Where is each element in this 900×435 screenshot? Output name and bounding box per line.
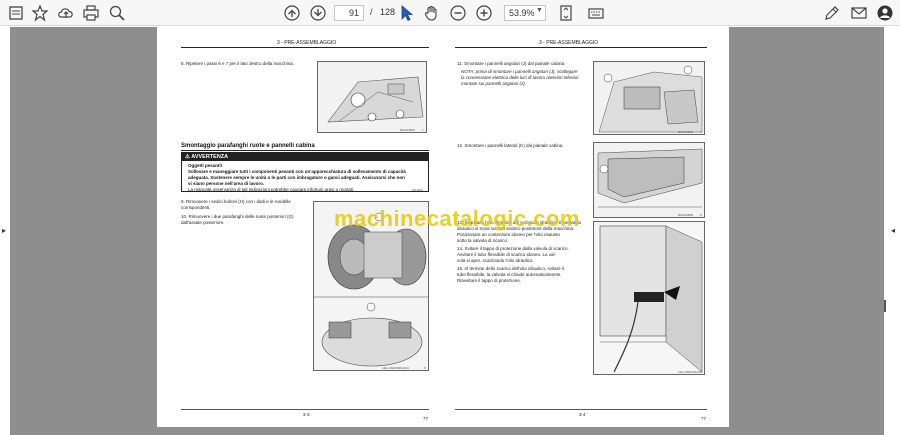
figure-drain-valve: LEIL16WI001A01 9 (593, 221, 705, 375)
email-button[interactable] (849, 3, 869, 23)
warning-title: AVVERTENZA (191, 154, 229, 160)
warning-header: ⚠ AVVERTENZA (182, 153, 428, 161)
figure-code: LEIL14WI004F2A01 (382, 366, 410, 370)
figure-number: 9 (700, 370, 702, 374)
expand-right-panel-icon[interactable]: ◂ (891, 226, 895, 235)
step-14: 14. Svitare il tappo di protezione dalla… (457, 246, 569, 264)
previous-page-button[interactable] (282, 3, 302, 23)
chevron-down-icon[interactable]: ▼ (536, 7, 543, 14)
header-rule (455, 47, 707, 48)
figure-number: 7 (422, 128, 424, 132)
account-icon (877, 5, 893, 21)
watermark: machinecatalogic.com (334, 206, 580, 231)
cloud-upload-icon (58, 8, 73, 18)
step-line: vola si apre, scaricando l'olio idraulic… (457, 258, 534, 263)
sign-icon (825, 6, 839, 20)
figure-number: 8 (700, 213, 702, 217)
page-footer-right: 77 (423, 416, 429, 421)
find-button[interactable] (107, 3, 127, 23)
warning-code: M1404A (412, 188, 424, 192)
figure-corner-panels: BAIL09B01 7 (593, 61, 705, 135)
hand-icon (424, 5, 437, 21)
step-line: corrispondenti. (181, 205, 211, 210)
zoom-out-icon (450, 5, 466, 21)
step-line: dall'assale posteriore. (181, 220, 225, 225)
footer-rule (181, 409, 429, 410)
page-header: 3 - PRE-ASSEMBLAGGIO (277, 40, 337, 46)
step-10: 10. Rimuovere i due parafanghi delle ruo… (181, 214, 294, 226)
star-icon (31, 4, 49, 22)
page-header: 3 - PRE-ASSEMBLAGGIO (539, 40, 599, 46)
print-icon (83, 5, 99, 21)
step-line: sotto la valvola di scarico. (457, 238, 509, 243)
page-up-icon (284, 5, 300, 21)
print-button[interactable] (81, 3, 101, 23)
zoom-out-button[interactable] (448, 3, 468, 23)
page-total: 128 (380, 7, 396, 17)
hand-tool-button[interactable] (422, 3, 442, 23)
fit-page-icon (560, 5, 572, 21)
page-footer-number: 3-3 (303, 412, 310, 417)
warning-box: ⚠ AVVERTENZA Oggetti pesanti! Sollevare … (181, 152, 429, 192)
select-tool-button[interactable] (396, 3, 416, 23)
figure-number: 8 (424, 366, 426, 370)
figure-code: LEIL16WI001A01 (678, 370, 702, 374)
figure-side-panels: BAIL09B02 8 (593, 142, 705, 218)
zoom-in-button[interactable] (474, 3, 494, 23)
upload-button[interactable] (56, 3, 76, 23)
footer-rule (455, 409, 707, 410)
step-line: Riavvitare il tappo di protezione. (457, 278, 522, 283)
bookmark-button[interactable] (30, 3, 50, 23)
figure-number: 7 (700, 130, 702, 134)
pdf-toolbar: 91 / 128 53.9% ▼ (0, 0, 900, 26)
pointer-icon (401, 5, 414, 22)
zoom-search-icon (109, 5, 125, 21)
figure-code: BAIL09B01 (678, 130, 694, 134)
page-footer-number: 3-4 (579, 412, 586, 417)
account-button[interactable] (875, 3, 895, 23)
figure-code: BAIL03B10 (400, 128, 416, 132)
scrollbar-thumb[interactable] (884, 300, 886, 312)
figure-code: BAIL09B02 (678, 213, 694, 217)
section-rule (181, 150, 429, 151)
section-title: Smontaggio parafanghi ruote e pannelli c… (181, 143, 315, 149)
warning-triangle-icon: ⚠ (185, 154, 190, 160)
scroll-mode-button[interactable] (586, 3, 606, 23)
step-15: 15. Al termine dello scarico dell'olio i… (457, 266, 564, 284)
home-button[interactable] (6, 3, 26, 23)
page-down-icon (310, 5, 326, 21)
mail-icon (851, 7, 867, 19)
warning-text: Oggetti pesanti! Sollevare e maneggiare … (182, 161, 428, 195)
sign-button[interactable] (822, 3, 842, 23)
step-11: 11. Smontare i pannelli angolari (J) dal… (457, 61, 566, 66)
header-rule (181, 47, 429, 48)
fit-page-button[interactable] (556, 3, 576, 23)
step-9: 9. Rimuovere i sedici bulloni (H) con i … (181, 199, 291, 211)
next-page-button[interactable] (308, 3, 328, 23)
keyboard-icon (588, 8, 604, 19)
document-list-icon (9, 6, 23, 20)
expand-left-panel-icon[interactable]: ▸ (2, 226, 6, 235)
zoom-in-icon (476, 5, 492, 21)
figure-rear-axle: BAIL03B10 7 (317, 61, 427, 133)
page-separator: / (370, 7, 373, 17)
step-12: 12. Smontare i pannelli laterali (K) dal… (457, 143, 564, 148)
warning-line: La mancata osservanza di tali indicazion… (188, 187, 355, 192)
page-number-input[interactable]: 91 (334, 5, 364, 21)
step-8: 8. Ripetere i passi 6 e 7 per il lato de… (181, 61, 295, 66)
note-line: montate sui pannelli angolari (J). (461, 81, 527, 86)
page-footer-right: 77 (701, 416, 707, 421)
note: NOTA: prima di smontare i pannelli angol… (461, 69, 579, 87)
